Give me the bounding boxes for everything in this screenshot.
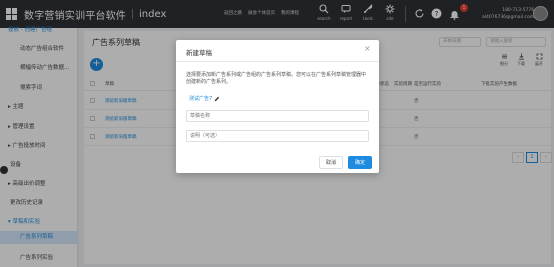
cancel-button[interactable]: 取消 <box>319 156 343 169</box>
dialog-divider <box>176 61 379 62</box>
draft-description-input[interactable] <box>186 130 369 142</box>
dialog-description: 选择要添加新广告系列或广告组的广告系列草稿。您可以在广告系列草稿管理器中创建新的… <box>186 72 367 85</box>
pencil-icon <box>214 96 220 101</box>
draft-name-input[interactable] <box>186 110 369 122</box>
dialog-title: 新建草稿 <box>186 49 212 57</box>
campaign-select-link[interactable]: 测试广告7 <box>189 95 220 102</box>
confirm-button[interactable]: 确定 <box>348 156 372 169</box>
close-icon[interactable]: × <box>364 45 371 53</box>
new-draft-dialog: 新建草稿 × 选择要添加新广告系列或广告组的广告系列草稿。您可以在广告系列草稿管… <box>176 40 379 173</box>
campaign-link-label: 测试广告7 <box>189 96 213 102</box>
